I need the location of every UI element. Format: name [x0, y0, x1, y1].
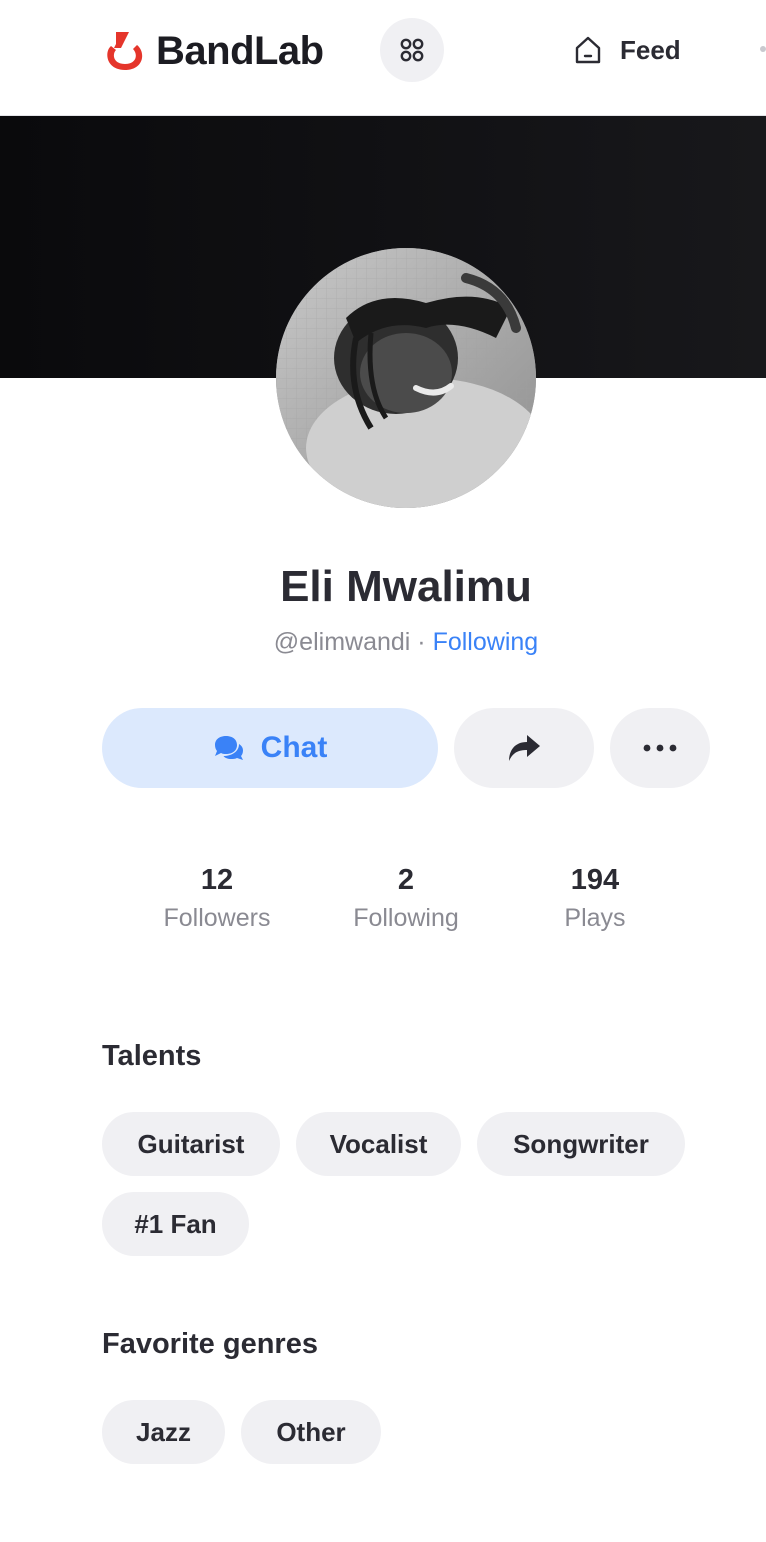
- stat-following[interactable]: 2 Following: [311, 862, 501, 938]
- share-button[interactable]: [454, 708, 594, 788]
- talent-chip[interactable]: #1 Fan: [102, 1192, 249, 1256]
- top-nav-bar: BandLab Feed: [0, 0, 766, 116]
- handle-separator: ·: [417, 628, 426, 656]
- talent-chip[interactable]: Songwriter: [477, 1112, 685, 1176]
- talent-chip[interactable]: Guitarist: [102, 1112, 280, 1176]
- apps-grid-icon: [400, 38, 424, 62]
- chat-button-label: Chat: [260, 731, 328, 764]
- profile-name: Eli Mwalimu: [280, 562, 532, 611]
- brand-name: BandLab: [156, 28, 324, 73]
- talent-chip[interactable]: Vocalist: [296, 1112, 461, 1176]
- bandlab-logo-icon: [107, 32, 143, 70]
- avatar-photo: [276, 248, 536, 508]
- genre-chip[interactable]: Other: [241, 1400, 381, 1464]
- stat-label: Following: [353, 904, 459, 932]
- nav-feed-label: Feed: [620, 34, 681, 65]
- stat-followers[interactable]: 12 Followers: [122, 862, 312, 938]
- stat-label: Plays: [564, 904, 626, 932]
- genres-heading: Favorite genres: [102, 1328, 318, 1360]
- stat-value: 194: [570, 864, 620, 896]
- talents-heading: Talents: [102, 1040, 202, 1072]
- more-dots-icon: [643, 744, 677, 752]
- chat-bubbles-icon: [214, 736, 243, 760]
- stat-value: 12: [200, 864, 234, 896]
- following-status-link[interactable]: Following: [433, 628, 539, 656]
- genre-chip[interactable]: Jazz: [102, 1400, 225, 1464]
- more-options-button[interactable]: [610, 708, 710, 788]
- share-arrow-icon: [509, 735, 540, 761]
- nav-feed-link[interactable]: Feed: [572, 34, 681, 66]
- stat-plays: 194 Plays: [500, 862, 690, 938]
- stat-label: Followers: [163, 904, 271, 932]
- home-icon: [575, 36, 601, 64]
- apps-menu-button[interactable]: [380, 18, 444, 82]
- bandlab-logo[interactable]: BandLab: [102, 28, 324, 74]
- profile-avatar[interactable]: [276, 248, 536, 508]
- chat-button[interactable]: Chat: [102, 708, 438, 788]
- profile-handle: @elimwandi: [273, 628, 411, 656]
- profile-handle-row: @elimwandi · Following: [0, 628, 766, 657]
- stat-value: 2: [397, 864, 415, 896]
- nav-overflow-hint: [760, 46, 766, 52]
